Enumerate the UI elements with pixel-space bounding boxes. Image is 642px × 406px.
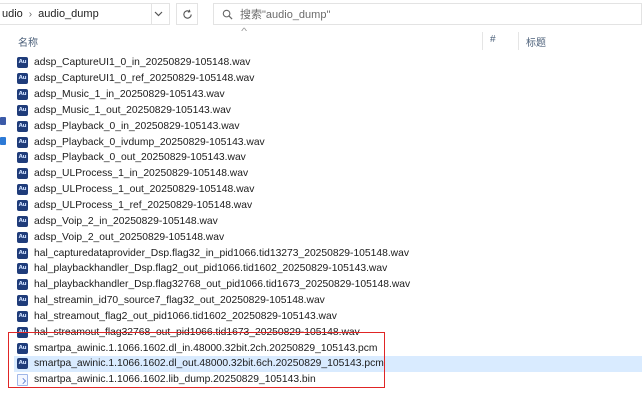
nav-pane-icon[interactable] bbox=[0, 137, 6, 145]
file-row[interactable]: Au adsp_Music_1_out_20250829-105143.wav bbox=[14, 103, 642, 119]
file-row[interactable]: Au hal_streamout_flag2_out_pid1066.tid160… bbox=[14, 309, 642, 325]
search-input[interactable]: 搜索"audio_dump" bbox=[213, 3, 642, 25]
chevron-down-icon bbox=[154, 11, 163, 17]
file-row[interactable]: Au adsp_Playback_0_ivdump_20250829-105143… bbox=[14, 134, 642, 150]
search-icon bbox=[214, 9, 240, 20]
file-row[interactable]: Au adsp_Playback_0_out_20250829-105143.wa… bbox=[14, 150, 642, 166]
audio-file-icon: Au bbox=[17, 184, 28, 196]
audio-file-icon: Au bbox=[17, 104, 28, 116]
audio-file-icon: Au bbox=[17, 247, 28, 259]
file-row[interactable]: Au hal_playbackhandler_Dsp.flag2_out_pid1… bbox=[14, 261, 642, 277]
file-name: adsp_ULProcess_1_in_20250829-105148.wav bbox=[34, 168, 249, 180]
audio-file-icon: Au bbox=[17, 295, 28, 307]
file-row[interactable]: Au adsp_CaptureUI1_0_ref_20250829-105148.… bbox=[14, 71, 642, 87]
file-name: adsp_CaptureUI1_0_ref_20250829-105148.wa… bbox=[34, 73, 255, 85]
file-name: adsp_CaptureUI1_0_in_20250829-105148.wav bbox=[34, 57, 251, 69]
audio-file-icon: Au bbox=[17, 120, 28, 132]
file-row[interactable]: Au adsp_Voip_2_in_20250829-105148.wav bbox=[14, 213, 642, 229]
highlight-box bbox=[8, 332, 385, 388]
file-name: adsp_Voip_2_out_20250829-105148.wav bbox=[34, 231, 225, 243]
file-name: hal_streamin_id70_source7_flag32_out_202… bbox=[34, 295, 325, 307]
refresh-icon bbox=[182, 9, 192, 19]
file-name: adsp_Playback_0_ivdump_20250829-105143.w… bbox=[34, 136, 265, 148]
file-row[interactable]: Au adsp_Music_1_in_20250829-105143.wav bbox=[14, 87, 642, 103]
address-toolbar: udio › audio_dump 搜索"audio_dump" bbox=[0, 0, 642, 30]
search-placeholder: 搜索"audio_dump" bbox=[240, 9, 331, 21]
file-name: adsp_Playback_0_in_20250829-105143.wav bbox=[34, 120, 240, 132]
file-row[interactable]: Au hal_capturedataprovider_Dsp.flag32_in_… bbox=[14, 245, 642, 261]
file-row[interactable]: Au adsp_Voip_2_out_20250829-105148.wav bbox=[14, 229, 642, 245]
file-name: hal_capturedataprovider_Dsp.flag32_in_pi… bbox=[34, 247, 409, 259]
audio-file-icon: Au bbox=[17, 136, 28, 148]
refresh-button[interactable] bbox=[176, 3, 198, 25]
file-row[interactable]: Au adsp_ULProcess_1_ref_20250829-105148.w… bbox=[14, 198, 642, 214]
column-header-title[interactable]: 标题 bbox=[526, 34, 546, 49]
audio-file-icon: Au bbox=[17, 89, 28, 101]
audio-file-icon: Au bbox=[17, 73, 28, 85]
file-row[interactable]: Au adsp_CaptureUI1_0_in_20250829-105148.w… bbox=[14, 55, 642, 71]
file-name: adsp_Music_1_in_20250829-105143.wav bbox=[34, 89, 225, 101]
audio-file-icon: Au bbox=[17, 200, 28, 212]
file-name: adsp_Music_1_out_20250829-105143.wav bbox=[34, 104, 231, 116]
column-header-row: ^ 名称 # 标题 bbox=[0, 26, 642, 52]
file-name: hal_playbackhandler_Dsp.flag32768_out_pi… bbox=[34, 279, 411, 291]
audio-file-icon: Au bbox=[17, 152, 28, 164]
column-header-name[interactable]: 名称 bbox=[18, 34, 38, 49]
file-row[interactable]: Au adsp_ULProcess_1_in_20250829-105148.wa… bbox=[14, 166, 642, 182]
audio-file-icon: Au bbox=[17, 168, 28, 180]
nav-pane-icon[interactable] bbox=[0, 117, 6, 125]
audio-file-icon: Au bbox=[17, 231, 28, 243]
column-divider[interactable] bbox=[482, 32, 483, 50]
file-name: adsp_ULProcess_1_ref_20250829-105148.wav bbox=[34, 200, 253, 212]
file-row[interactable]: Au adsp_Playback_0_in_20250829-105143.wav bbox=[14, 118, 642, 134]
file-row[interactable]: Au hal_playbackhandler_Dsp.flag32768_out_… bbox=[14, 277, 642, 293]
audio-file-icon: Au bbox=[17, 215, 28, 227]
sort-ascending-icon: ^ bbox=[241, 26, 248, 36]
file-name: adsp_Voip_2_in_20250829-105148.wav bbox=[34, 215, 218, 227]
file-name: hal_playbackhandler_Dsp.flag2_out_pid106… bbox=[34, 263, 388, 275]
file-row[interactable]: Au adsp_ULProcess_1_out_20250829-105148.w… bbox=[14, 182, 642, 198]
file-name: hal_streamout_flag2_out_pid1066.tid1602_… bbox=[34, 310, 337, 322]
audio-file-icon: Au bbox=[17, 310, 28, 322]
audio-file-icon: Au bbox=[17, 263, 28, 275]
address-dropdown-button[interactable] bbox=[148, 3, 170, 25]
chevron-right-icon: › bbox=[28, 8, 33, 20]
breadcrumb-parent[interactable]: udio bbox=[0, 8, 23, 20]
breadcrumb-current[interactable]: audio_dump bbox=[38, 8, 99, 20]
audio-file-icon: Au bbox=[17, 279, 28, 291]
column-divider[interactable] bbox=[518, 32, 519, 50]
column-header-number[interactable]: # bbox=[490, 34, 496, 45]
file-name: adsp_ULProcess_1_out_20250829-105148.wav bbox=[34, 184, 255, 196]
audio-file-icon: Au bbox=[17, 57, 28, 69]
file-name: adsp_Playback_0_out_20250829-105143.wav bbox=[34, 152, 246, 164]
file-row[interactable]: Au hal_streamin_id70_source7_flag32_out_2… bbox=[14, 293, 642, 309]
breadcrumb[interactable]: udio › audio_dump bbox=[0, 3, 152, 25]
